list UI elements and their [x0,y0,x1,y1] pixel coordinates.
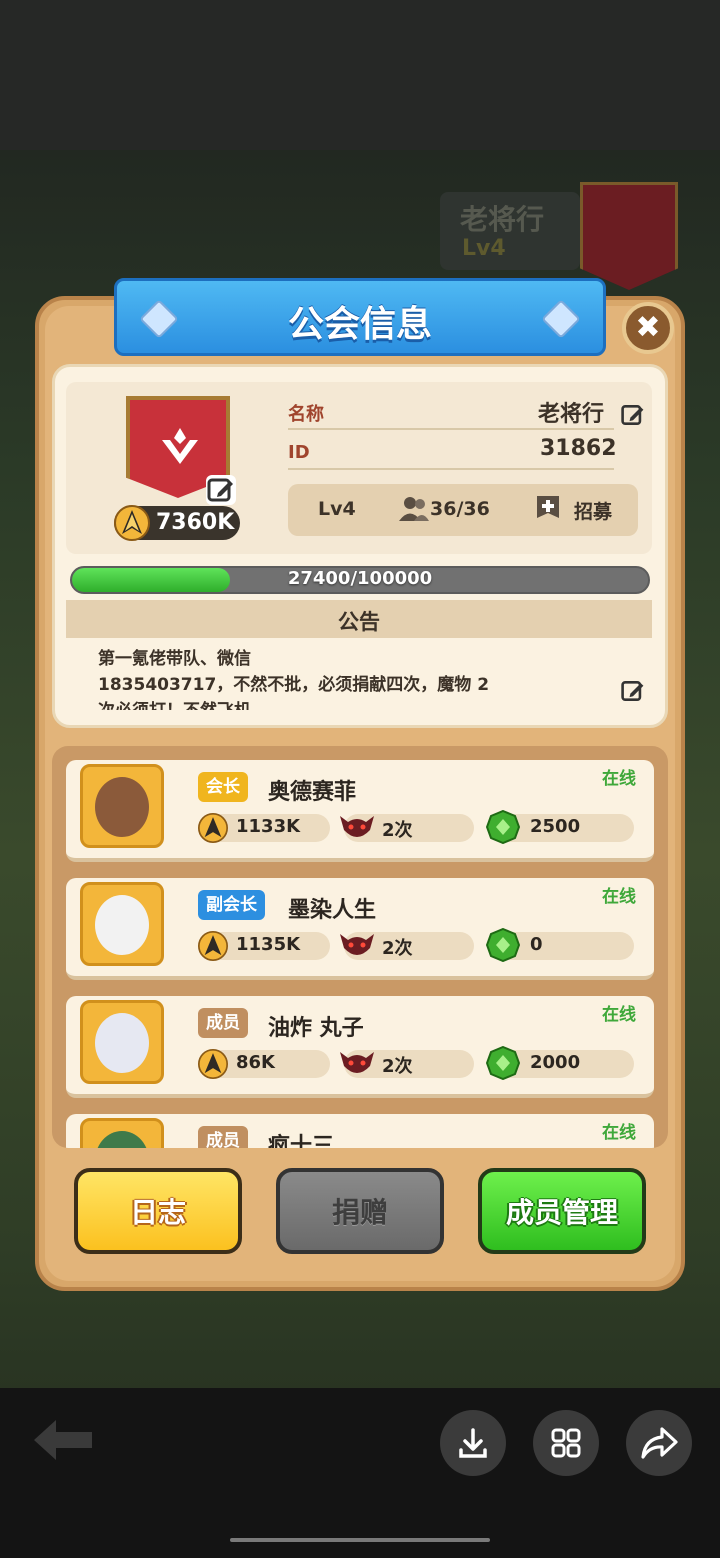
demon-icon [340,816,374,837]
member-row[interactable]: 成员 疯十三 在线 [66,1114,654,1148]
member-name: 奥德赛菲 [268,780,357,805]
guild-emblem-icon [162,428,198,464]
member-row[interactable]: 会长 奥德赛菲 在线 1133K 2次 2500 [66,760,654,862]
member-power: 1135K [236,934,301,955]
background-guild-level: Lv4 [462,236,506,261]
grid-button[interactable] [533,1410,599,1476]
edit-notice-icon[interactable] [620,678,646,704]
member-power: 1133K [236,816,301,837]
background-guild-name: 老将行 [460,203,545,236]
member-avatar[interactable] [80,882,164,966]
system-bar [0,1388,720,1558]
download-button[interactable] [440,1410,506,1476]
member-avatar[interactable] [80,1000,164,1084]
power-icon [198,1049,228,1079]
demon-icon [340,1052,374,1073]
power-icon [114,505,150,541]
notice-title: 公告 [338,610,380,634]
member-avatar[interactable] [80,1118,164,1148]
gem-icon [486,810,520,844]
divider [288,428,614,430]
member-name: 油炸 丸子 [268,1016,364,1041]
member-times: 2次 [382,820,413,841]
notice-text: 第一氪佬带队、微信 1835403717，不然不批，必须捐献四次，魔物 2 次必… [98,649,490,710]
edit-name-icon[interactable] [620,402,646,428]
divider [288,468,614,470]
name-label: 名称 [288,404,324,425]
log-button[interactable]: 日志 [74,1168,242,1254]
member-role-badge: 会长 [198,772,248,802]
gem-icon [486,928,520,962]
member-name: 墨染人生 [288,898,377,923]
member-donation: 2500 [530,816,581,837]
member-avatar[interactable] [80,764,164,848]
member-row[interactable]: 成员 油炸 丸子 在线 86K 2次 2000 [66,996,654,1098]
guild-member-count: 36/36 [430,498,490,520]
gem-icon [486,1046,520,1080]
edit-banner-button[interactable] [206,475,236,505]
guild-id: 31862 [540,436,617,461]
recruit-icon [537,496,559,518]
member-row[interactable]: 副会长 墨染人生 在线 1135K 2次 0 [66,878,654,980]
member-donation: 2000 [530,1052,581,1073]
guild-exp-text: 27400/100000 [287,568,433,589]
member-role-badge: 副会长 [198,890,265,920]
home-indicator[interactable] [230,1538,490,1542]
id-label: ID [288,442,310,463]
background-banner [580,182,678,290]
recruit-button[interactable]: 招募 [534,494,618,524]
dialog-title: 公会信息 [287,304,432,345]
member-status: 在线 [602,1123,636,1143]
grid-icon [551,1428,581,1458]
close-icon: ✖ [635,310,661,345]
member-donation: 0 [530,934,543,955]
background-top [0,0,720,150]
member-role-badge: 成员 [198,1126,248,1148]
download-icon [459,1428,487,1458]
members-icon [399,497,429,521]
member-role-badge: 成员 [198,1008,248,1038]
back-arrow-icon[interactable] [32,1418,94,1462]
member-times: 2次 [382,938,413,959]
background-guild-label: 老将行 Lv4 [440,192,580,270]
guild-power-value: 7360K [156,510,235,535]
member-power: 86K [236,1052,275,1073]
share-icon [641,1427,678,1459]
member-times: 2次 [382,1056,413,1077]
power-icon [198,813,228,843]
close-button[interactable]: ✖ [622,302,674,354]
title-bar: 公会信息 [114,278,606,356]
member-list[interactable]: 会长 奥德赛菲 在线 1133K 2次 2500 副会长 墨染人生 在线 113… [52,746,668,1148]
edit-icon [207,478,233,502]
power-icon [198,931,228,961]
member-name: 疯十三 [268,1134,335,1148]
demon-icon [340,934,374,955]
donate-button[interactable]: 捐赠 [276,1168,444,1254]
share-button[interactable] [626,1410,692,1476]
member-management-button[interactable]: 成员管理 [478,1168,646,1254]
member-status: 在线 [602,769,636,789]
guild-level: Lv4 [318,498,356,520]
member-status: 在线 [602,887,636,907]
notice-body: 第一氪佬带队、微信 1835403717，不然不批，必须捐献四次，魔物 2 次必… [66,638,652,710]
member-status: 在线 [602,1005,636,1025]
recruit-label: 招募 [574,501,613,523]
guild-name: 老将行 [538,402,605,427]
notice-header: 公告 [66,600,652,638]
